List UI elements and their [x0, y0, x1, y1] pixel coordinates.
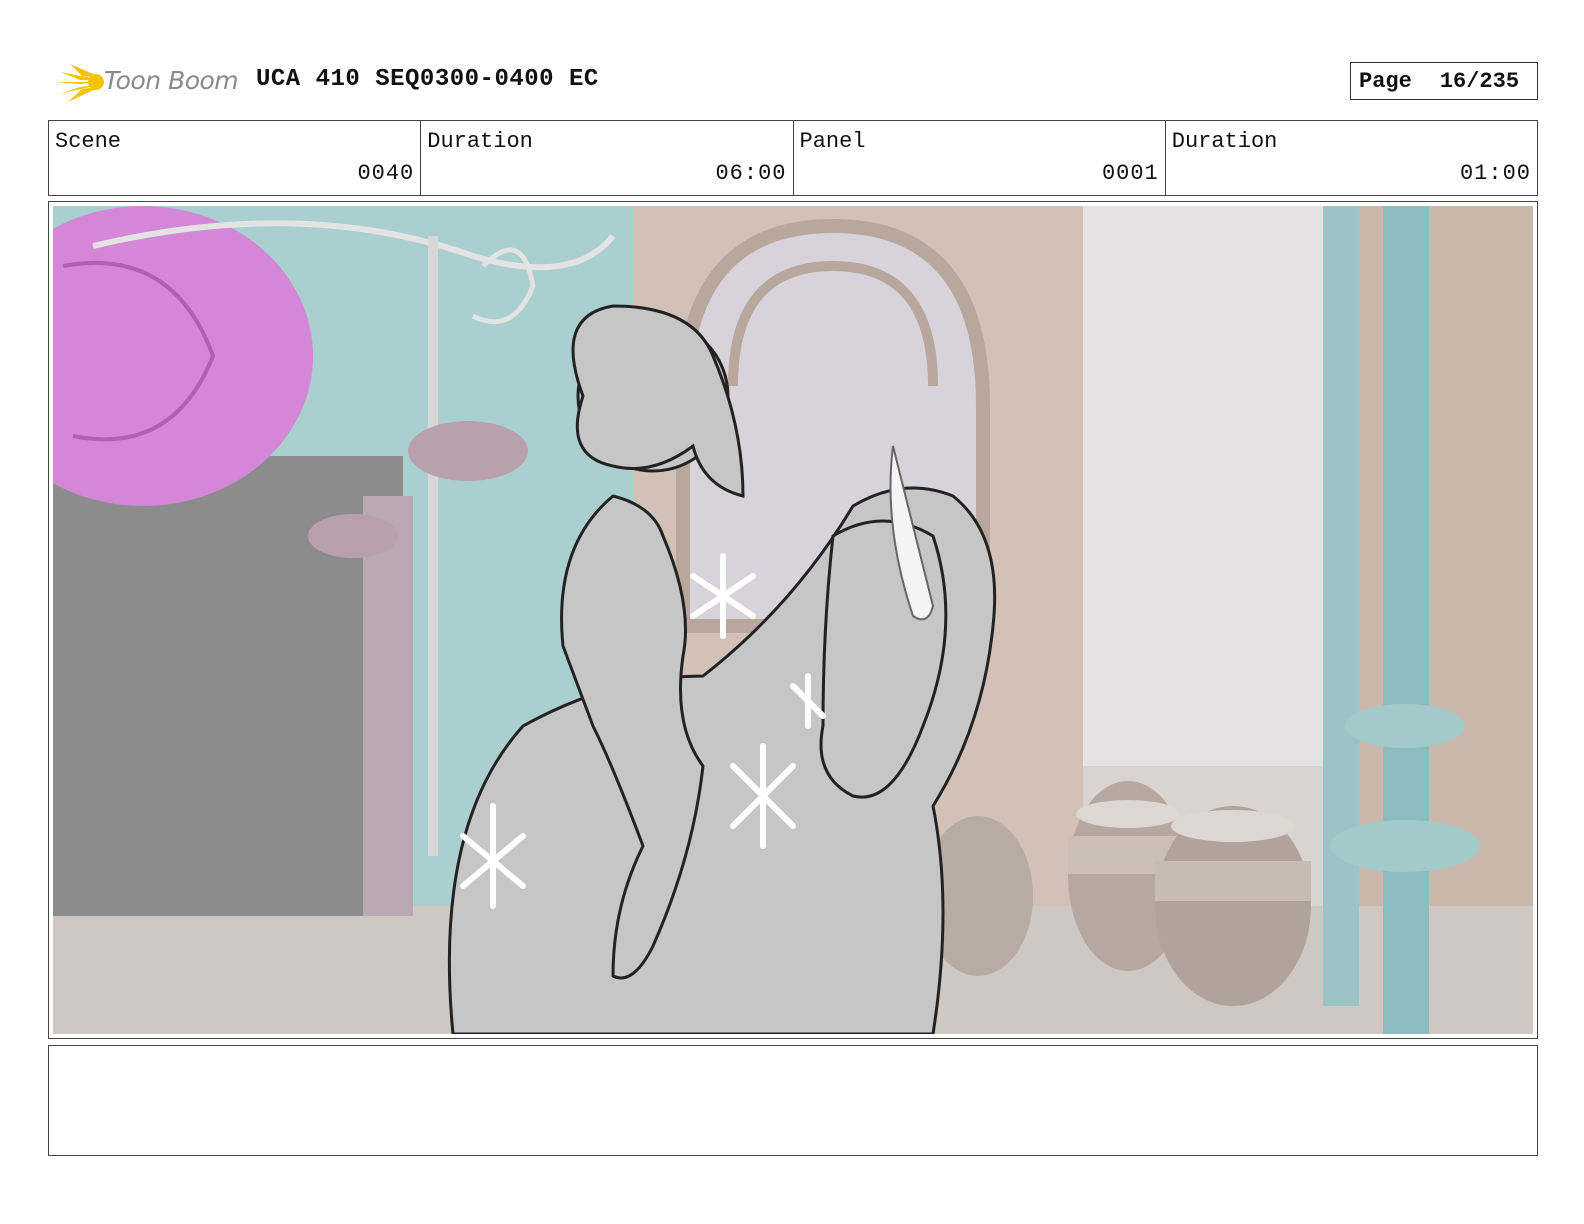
page-number: 16/235: [1439, 68, 1520, 94]
document-title: UCA 410 SEQ0300-0400 EC: [256, 66, 599, 93]
page-label: Page: [1359, 68, 1412, 94]
panel-duration-cell: Duration 01:00: [1166, 121, 1537, 195]
scene-label: Scene: [55, 129, 122, 154]
logo-text: Toon Boom: [104, 66, 239, 95]
scene-info-table: Scene 0040 Duration 06:00 Panel 0001 Dur…: [48, 120, 1538, 196]
scene-duration-cell: Duration 06:00: [421, 121, 794, 195]
scene-duration-value: 06:00: [715, 161, 787, 186]
scene-duration-label: Duration: [427, 129, 533, 154]
panel-notes-box: [48, 1045, 1538, 1156]
panel-label: Panel: [799, 129, 866, 154]
panel-cell: Panel 0001: [794, 121, 1166, 195]
panel-value: 0001: [1101, 161, 1159, 186]
storyboard-sketch-image: [53, 206, 1533, 1034]
panel-duration-value: 01:00: [1459, 161, 1531, 186]
toon-boom-logo: Toon Boom: [52, 56, 242, 106]
scene-cell: Scene 0040: [49, 121, 422, 195]
sunburst-logo-icon: [54, 64, 104, 102]
panel-duration-label: Duration: [1171, 129, 1278, 154]
storyboard-panel-frame: [48, 201, 1538, 1039]
scene-value: 0040: [357, 161, 415, 186]
page-indicator: Page 16/235: [1350, 62, 1538, 100]
